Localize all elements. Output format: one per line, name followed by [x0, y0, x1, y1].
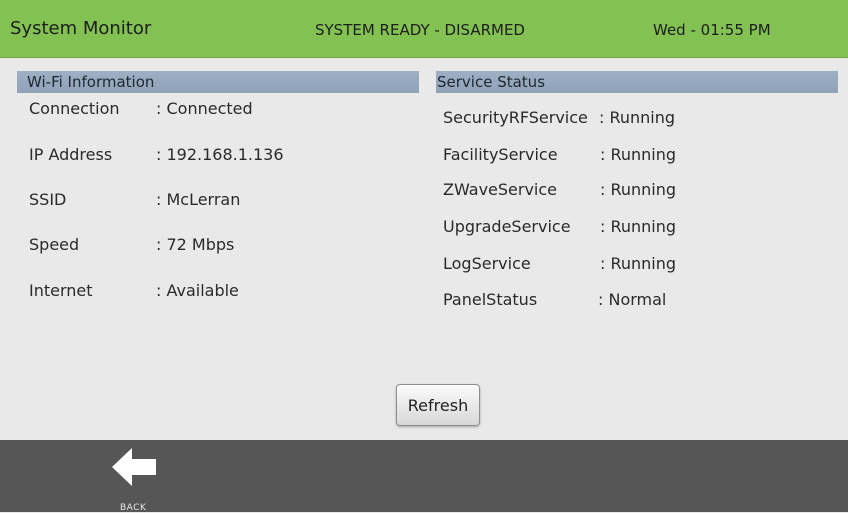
service-label: PanelStatus	[443, 290, 538, 309]
wifi-value: : McLerran	[156, 190, 241, 209]
back-button[interactable]: BACK	[104, 446, 164, 513]
wifi-label: Speed	[29, 235, 80, 254]
wifi-label: Connection	[29, 99, 120, 118]
system-status: SYSTEM READY - DISARMED	[315, 21, 525, 39]
service-label: UpgradeService	[443, 217, 571, 236]
service-value: : Normal	[598, 290, 667, 309]
wifi-label: Internet	[29, 281, 93, 300]
service-label: SecurityRFService	[443, 108, 588, 127]
wifi-label: IP Address	[29, 145, 113, 164]
datetime: Wed - 01:55 PM	[653, 21, 771, 39]
service-value: : Running	[600, 217, 677, 236]
service-value: : Running	[600, 180, 677, 199]
service-label: FacilityService	[443, 145, 558, 164]
service-section-heading: Service Status	[436, 71, 838, 93]
header-bar: System Monitor SYSTEM READY - DISARMED W…	[0, 0, 848, 58]
main-content: Wi-Fi Information Service Status	[0, 58, 848, 439]
service-heading-text: Service Status	[437, 73, 546, 91]
service-label: ZWaveService	[443, 180, 558, 199]
service-value: : Running	[599, 108, 676, 127]
footer-bar: BACK	[0, 440, 848, 513]
wifi-section-heading: Wi-Fi Information	[17, 71, 419, 93]
arrow-left-icon	[112, 448, 156, 486]
wifi-value: : 192.168.1.136	[156, 145, 284, 164]
service-value: : Running	[600, 254, 677, 273]
wifi-value: : Connected	[156, 99, 253, 118]
service-value: : Running	[600, 145, 677, 164]
refresh-button[interactable]: Refresh	[396, 384, 480, 426]
wifi-label: SSID	[29, 190, 67, 209]
service-label: LogService	[443, 254, 531, 273]
app-title: System Monitor	[10, 18, 152, 39]
wifi-value: : 72 Mbps	[156, 235, 235, 254]
wifi-value: : Available	[156, 281, 239, 300]
